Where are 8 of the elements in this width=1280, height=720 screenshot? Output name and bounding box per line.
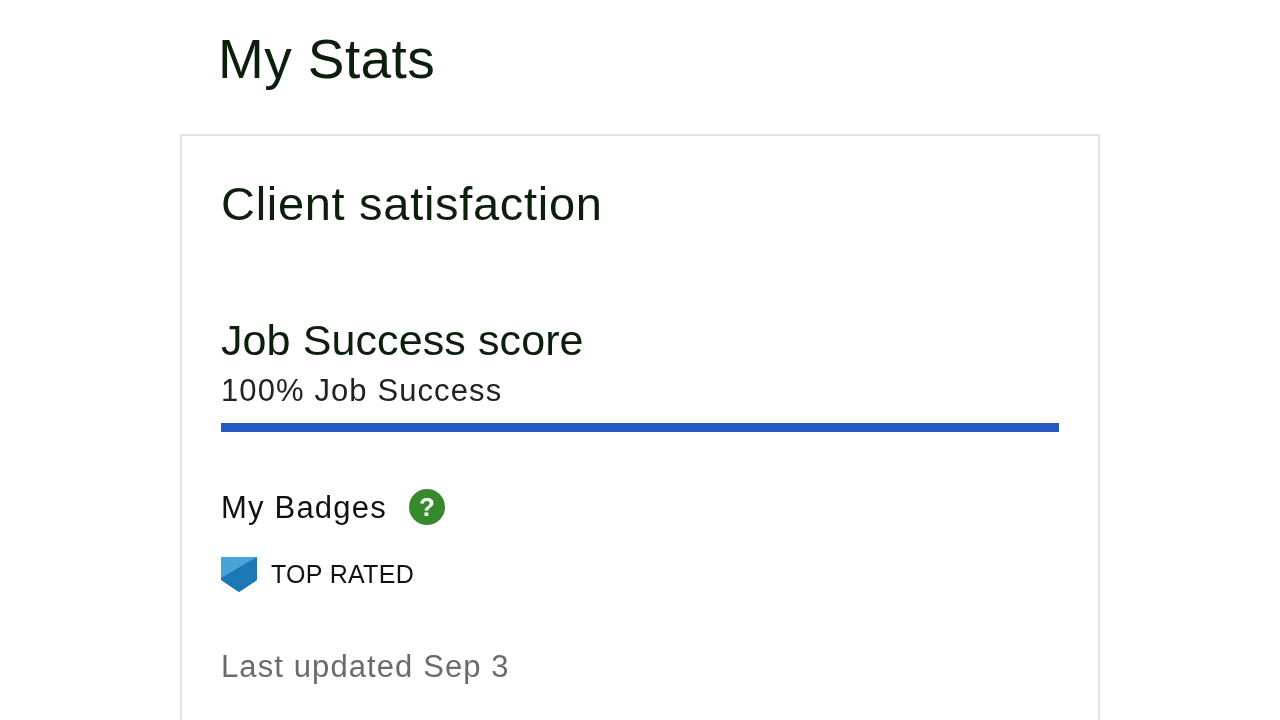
- badges-title: My Badges: [221, 491, 387, 523]
- card-title: Client satisfaction: [221, 180, 603, 227]
- job-success-value: 100% Job Success: [221, 375, 503, 406]
- help-button[interactable]: ?: [408, 489, 445, 525]
- badge-label: TOP RATED: [271, 562, 414, 587]
- shield-badge-icon: [221, 557, 257, 592]
- section-title: Job Success score: [221, 319, 584, 362]
- last-updated-text: Last updated Sep 3: [221, 651, 510, 682]
